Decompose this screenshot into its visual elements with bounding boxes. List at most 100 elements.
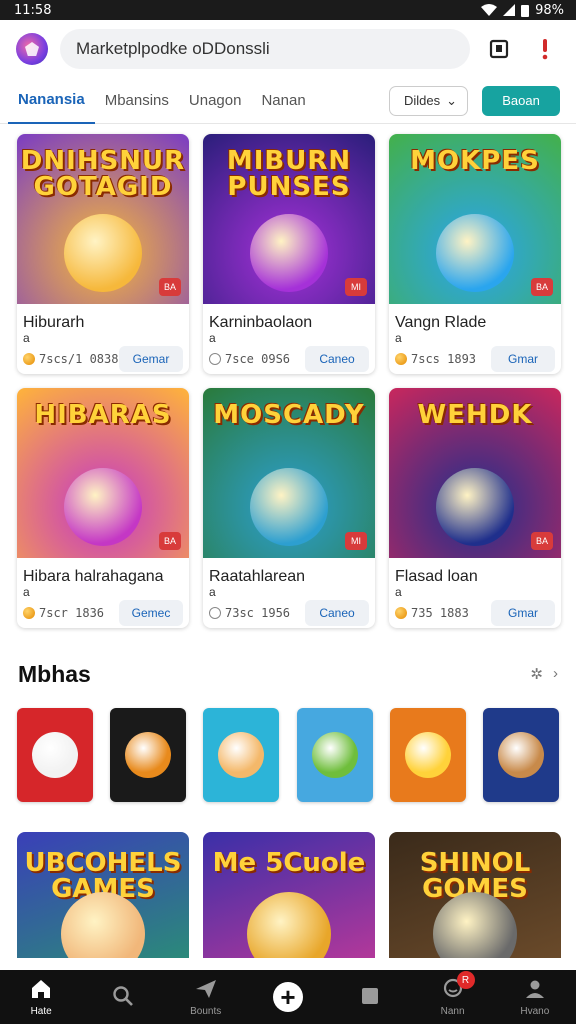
featured-game-cover[interactable]: UBCOHELS GAMES (17, 832, 189, 958)
get-button[interactable]: Caneo (305, 346, 369, 372)
primary-button[interactable]: Baoan (482, 85, 560, 116)
featured-row: UBCOHELS GAMES Me 5Cuole SHINOL GOMES (0, 832, 576, 958)
get-button[interactable]: Caneo (305, 600, 369, 626)
nav-label: Bounts (190, 1006, 222, 1017)
section-header: Mbhas ✲ › (0, 654, 576, 694)
game-cover: MOSCADY MI (203, 388, 375, 558)
alert-icon[interactable] (528, 32, 562, 66)
nav-item-send[interactable]: Bounts (174, 977, 238, 1017)
chevron-right-icon[interactable]: › (553, 665, 558, 683)
coin-icon (23, 353, 35, 365)
filter-dropdown[interactable]: Dildes ⌄ (388, 85, 468, 116)
tab-3[interactable]: Nanan (251, 78, 315, 124)
mini-game-tile[interactable] (17, 708, 93, 802)
card-body: Hiburarh a 7scs/1 0838 Gemar (17, 304, 189, 372)
price-text: 7scr 1836 (39, 606, 105, 620)
nav-item-profile[interactable]: Hvano (503, 977, 567, 1017)
status-time: 11:58 (14, 2, 52, 18)
price-text: 735 1883 (411, 606, 469, 620)
nav-label: Hate (30, 1006, 52, 1017)
coin-icon (395, 607, 407, 619)
top-bar: Marketplpodke oDDonssli (0, 20, 576, 78)
tab-2[interactable]: Unagon (179, 78, 252, 124)
mascot-image (125, 732, 172, 778)
card-footer: 73sc 1956 Caneo (209, 600, 369, 626)
tab-bar: Nanansia Mbansins Unagon Nanan Dildes ⌄ … (0, 78, 576, 124)
mini-game-tile[interactable] (389, 708, 466, 802)
section-title: Mbhas (18, 660, 91, 687)
game-subtitle: a (209, 585, 216, 599)
game-title: Hiburarh (23, 314, 85, 331)
app-logo[interactable] (16, 33, 48, 65)
nav-item-library[interactable] (338, 984, 402, 1011)
library-icon (358, 984, 382, 1011)
mascot-image (436, 214, 514, 292)
mini-game-tile[interactable] (110, 708, 187, 802)
mini-game-tile[interactable] (203, 708, 280, 802)
mini-game-tile[interactable] (482, 708, 559, 802)
featured-game-cover[interactable]: Me 5Cuole (203, 832, 375, 958)
card-footer: 7sce 09S6 Caneo (209, 346, 369, 372)
home-icon (29, 977, 53, 1004)
card-footer: 7scr 1836 Gemec (23, 600, 183, 626)
game-title: Flasad loan (395, 568, 478, 585)
status-icons: 98% (481, 3, 564, 18)
cover-art-title: MOKPES (410, 146, 540, 176)
card-footer: 7scs/1 0838 Gemar (23, 346, 183, 372)
search-text: Marketplpodke oDDonssli (76, 39, 270, 58)
cover-art-title: WEHDK (417, 400, 533, 430)
mascot-image (311, 732, 358, 778)
mini-row (0, 708, 576, 802)
game-card[interactable]: MOSCADY MI Raatahlarean a 73sc 1956 Cane… (203, 388, 375, 628)
tab-1[interactable]: Mbansins (95, 78, 179, 124)
nav-label: Nann (440, 1006, 465, 1017)
game-card[interactable]: DNIHSNUR GOTAGID BA Hiburarh a 7scs/1 08… (17, 134, 189, 374)
mascot-image (32, 732, 78, 778)
price-text: 7sce 09S6 (225, 352, 291, 366)
mascot-image (64, 214, 142, 292)
get-button[interactable]: Gemec (119, 600, 183, 626)
cover-tag: MI (345, 532, 367, 550)
bottom-nav: Hate Bounts + R Nann Hvano (0, 970, 576, 1024)
get-button[interactable]: Gemar (119, 346, 183, 372)
cast-icon[interactable] (482, 32, 516, 66)
price-text: 73sc 1956 (225, 606, 291, 620)
game-card[interactable]: HIBARAS BA Hibara halrahagana a 7scr 183… (17, 388, 189, 628)
mascot-image (497, 732, 544, 778)
coin-icon (23, 607, 35, 619)
mascot-image (250, 468, 328, 546)
nav-item-search[interactable] (91, 984, 155, 1011)
nav-label: Hvano (520, 1006, 550, 1017)
game-cover: WEHDK BA (389, 388, 561, 558)
card-footer: 735 1883 Gmar (395, 600, 555, 626)
card-body: Vangn Rlade a 7scs 1893 Gmar (389, 304, 561, 372)
filter-dropdown-label: Dildes (403, 93, 441, 108)
nav-item-add[interactable]: + (256, 982, 320, 1012)
coin-icon (395, 353, 407, 365)
mini-game-tile[interactable] (296, 708, 373, 802)
send-icon (194, 977, 218, 1004)
cover-art-title: MIBURN PUNSES (226, 146, 352, 202)
get-button[interactable]: Gmar (491, 600, 555, 626)
card-body: Karninbaolaon a 7sce 09S6 Caneo (203, 304, 375, 372)
cover-tag: BA (159, 278, 181, 296)
tab-0[interactable]: Nanansia (8, 78, 95, 124)
mascot-image (404, 732, 451, 778)
star-icon[interactable]: ✲ (530, 665, 543, 683)
game-card[interactable]: MOKPES BA Vangn Rlade a 7scs 1893 Gmar (389, 134, 561, 374)
game-title: Raatahlarean (209, 568, 306, 585)
featured-game-cover[interactable]: SHINOL GOMES (389, 832, 561, 958)
battery-icon (521, 4, 530, 17)
coin-icon (209, 607, 221, 619)
game-card[interactable]: MIBURN PUNSES MI Karninbaolaon a 7sce 09… (203, 134, 375, 374)
add-icon: + (272, 982, 303, 1012)
nav-item-chat[interactable]: R Nann (421, 971, 485, 1017)
nav-item-home[interactable]: Hate (9, 977, 73, 1017)
game-title: Karninbaolaon (209, 314, 313, 331)
search-input[interactable]: Marketplpodke oDDonssli (60, 29, 470, 69)
game-cover: DNIHSNUR GOTAGID BA (17, 134, 189, 304)
game-card[interactable]: WEHDK BA Flasad loan a 735 1883 Gmar (389, 388, 561, 628)
section-actions: ✲ › (530, 665, 558, 683)
get-button[interactable]: Gmar (491, 346, 555, 372)
mascot-image (436, 468, 514, 546)
